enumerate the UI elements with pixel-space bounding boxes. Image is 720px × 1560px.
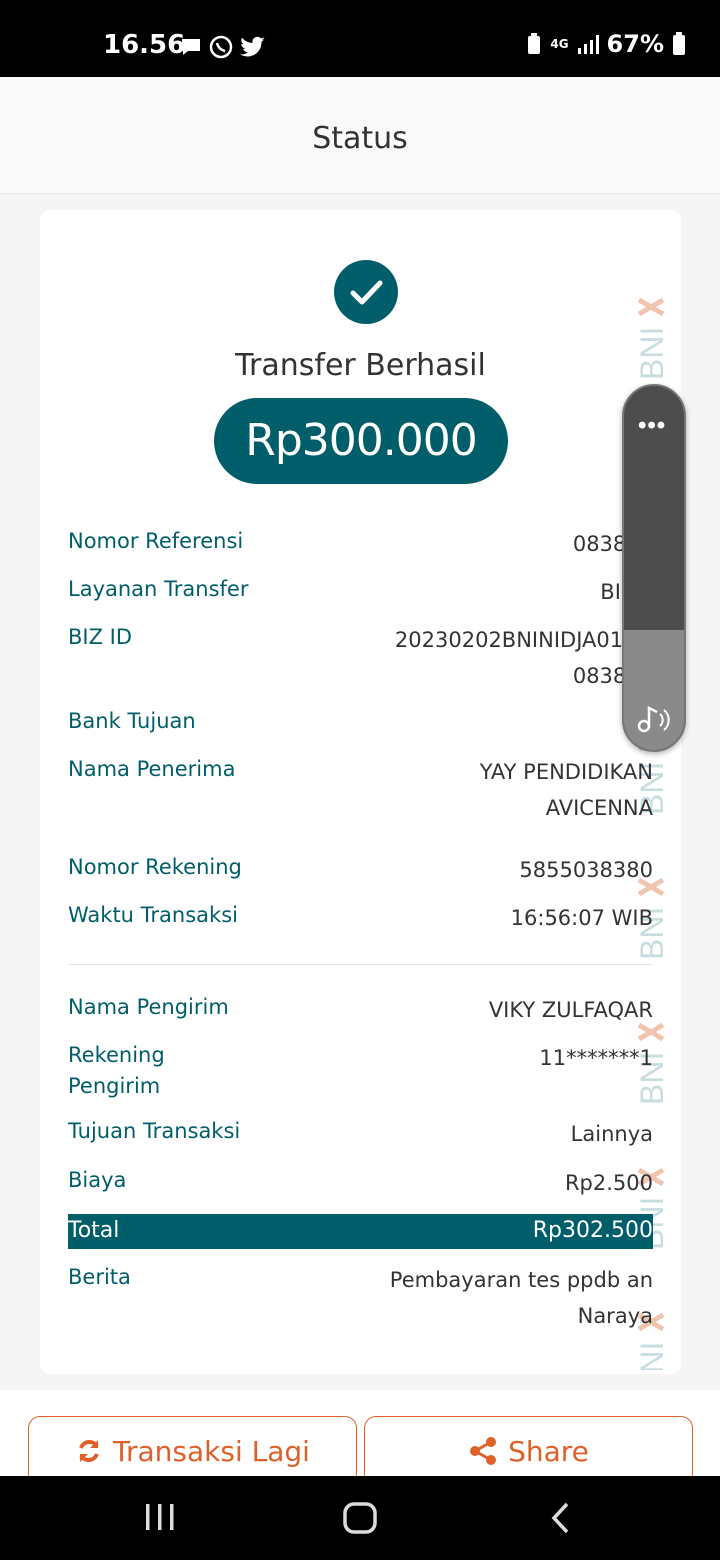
receipt-card: BNI Transfer Berhasil Rp300.000 Nomor Re… — [40, 210, 681, 1374]
row-value: Rp2.500 — [564, 1171, 653, 1195]
row-value-line2: AVICENNA — [545, 796, 653, 820]
network-type: 4G — [550, 37, 569, 51]
whatsapp-icon — [209, 35, 233, 59]
action-bar: Transaksi Lagi Share — [0, 1390, 720, 1486]
row-label: Layanan Transfer — [68, 577, 249, 601]
more-options-icon[interactable]: ••• — [638, 412, 666, 440]
row-label: Waktu Transaksi — [68, 903, 238, 927]
row-value: 11*******1 — [539, 1046, 653, 1070]
row-label: Tujuan Transaksi — [68, 1119, 241, 1143]
page-title: Status — [312, 121, 408, 156]
share-icon — [470, 1437, 497, 1465]
share-label: Share — [508, 1434, 589, 1468]
twitter-icon — [240, 36, 265, 57]
recent-apps-icon[interactable] — [144, 1500, 176, 1534]
success-check-icon — [334, 260, 398, 324]
home-icon[interactable] — [342, 1500, 378, 1536]
back-icon[interactable] — [548, 1500, 572, 1536]
detail-row-sender-account: Rekening Pengirim 11*******1 — [68, 1040, 653, 1102]
row-label: Nama Pengirim — [68, 995, 229, 1019]
transfer-amount: Rp300.000 — [214, 398, 508, 484]
message-icon — [182, 39, 200, 55]
row-label: Nomor Referensi — [68, 529, 244, 553]
row-label: Nomor Rekening — [68, 855, 242, 879]
row-value-line1: Pembayaran tes ppdb an — [389, 1268, 653, 1292]
system-nav-bar — [0, 1476, 720, 1560]
system-icons: 4G 67% — [526, 30, 686, 58]
row-label-line2: Pengirim — [68, 1074, 161, 1098]
row-value: 16:56:07 WIB — [510, 906, 653, 930]
detail-row-note: Berita Pembayaran tes ppdb an Naraya — [68, 1262, 653, 1334]
status-bar: 16.56 4G 67% — [0, 0, 720, 77]
app-header: Status — [0, 77, 720, 194]
row-value-line1: YAY PENDIDIKAN — [479, 760, 653, 784]
row-value: Lainnya — [570, 1122, 653, 1146]
battery-percent: 67% — [606, 30, 664, 58]
row-label: BIZ ID — [68, 625, 133, 649]
row-value: VIKY ZULFAQAR — [488, 998, 653, 1022]
row-label: Nama Penerima — [68, 757, 236, 781]
refresh-icon — [79, 1440, 99, 1462]
status-time: 16.56 — [103, 30, 186, 60]
battery-icon — [673, 32, 685, 55]
notification-icons — [180, 34, 266, 60]
total-row: Total Rp302.500 — [68, 1214, 653, 1249]
row-value-line2: Naraya — [577, 1304, 653, 1328]
row-label: Bank Tujuan — [68, 709, 196, 733]
transfer-success-title: Transfer Berhasil — [235, 348, 486, 383]
row-value: 5855038380 — [519, 858, 653, 882]
floating-media-panel[interactable]: ••• — [622, 384, 686, 752]
sound-icon[interactable] — [636, 704, 672, 734]
signal-icon — [577, 35, 599, 54]
detail-row-biz-id: BIZ ID 20230202BNINIDJA010O 083842 — [68, 622, 653, 694]
total-label: Total — [68, 1218, 120, 1243]
total-value: Rp302.500 — [532, 1218, 653, 1243]
transaction-again-label: Transaksi Lagi — [113, 1434, 310, 1468]
row-label: Biaya — [68, 1168, 127, 1192]
row-label: Berita — [68, 1265, 131, 1289]
detail-row-recipient: Nama Penerima YAY PENDIDIKAN AVICENNA — [68, 754, 653, 826]
row-label-line1: Rekening — [68, 1043, 165, 1067]
section-divider — [68, 964, 653, 965]
battery-saver-icon — [528, 33, 541, 54]
row-value-line1: 20230202BNINIDJA010O — [394, 628, 653, 652]
